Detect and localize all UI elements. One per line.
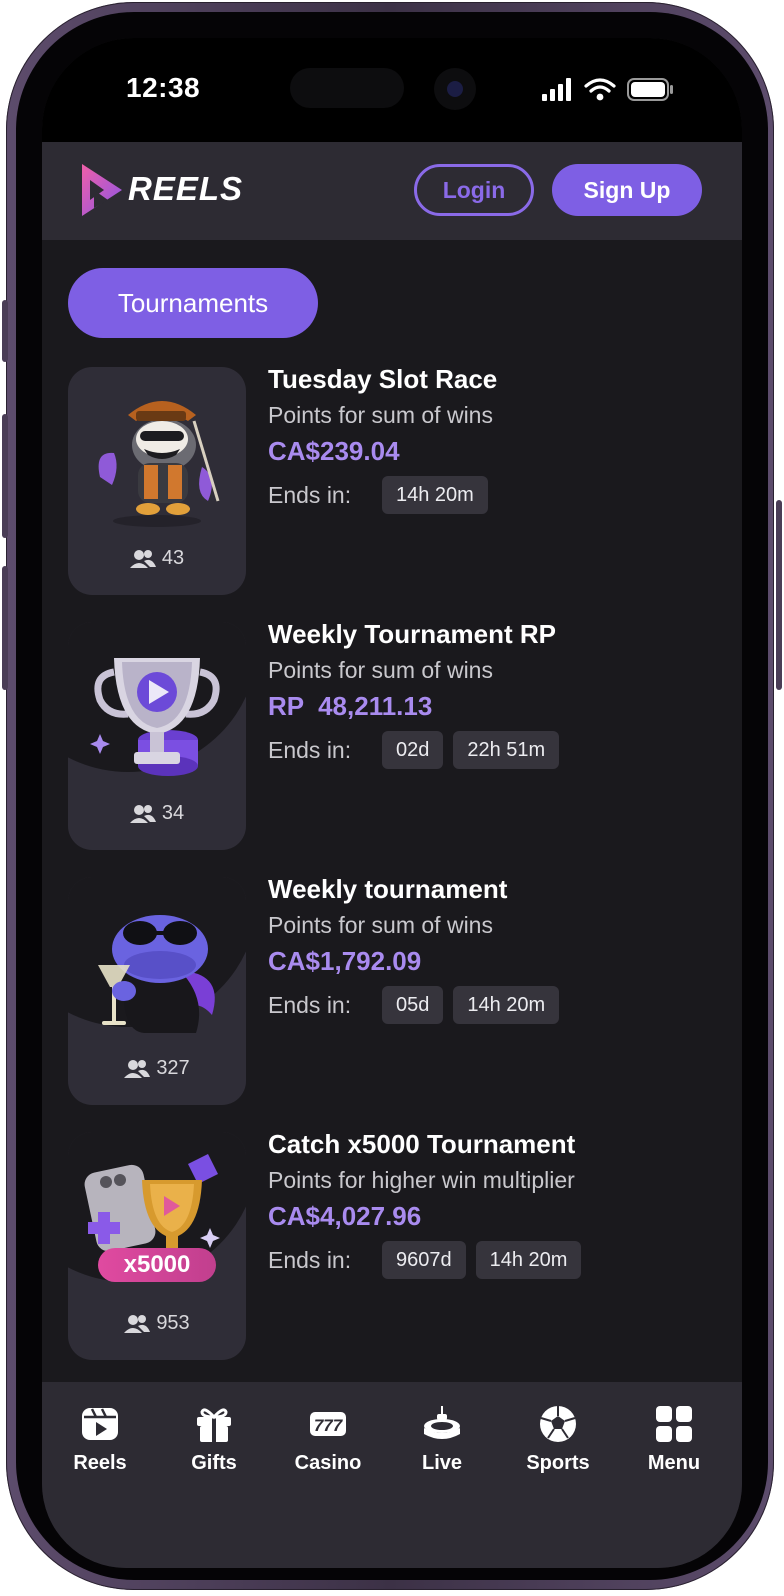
tournament-prize: CA$239.04 bbox=[268, 436, 400, 466]
grid-menu-icon bbox=[656, 1406, 692, 1442]
countdown-chip: 22h 51m bbox=[453, 731, 560, 769]
ends-in-label: Ends in: bbox=[268, 736, 352, 763]
cellular-signal-icon bbox=[542, 78, 571, 101]
raccoon-fisherman-icon bbox=[98, 401, 220, 527]
multiplier-badge: x5000 bbox=[98, 1248, 216, 1282]
ends-in-label: Ends in: bbox=[268, 1246, 352, 1273]
tournament-info: Weekly Tournament RP Points for sum of w… bbox=[268, 619, 728, 769]
nav-label: Gifts bbox=[191, 1452, 237, 1474]
tournaments-tab[interactable]: Tournaments bbox=[68, 268, 318, 338]
player-count-value: 953 bbox=[156, 1312, 190, 1334]
tournament-card-image[interactable]: 43 bbox=[68, 367, 246, 595]
users-icon bbox=[124, 1059, 151, 1078]
player-count: 953 bbox=[68, 1312, 246, 1335]
reels-logo-icon bbox=[82, 164, 122, 216]
dynamic-island bbox=[290, 68, 404, 108]
nav-label: Sports bbox=[526, 1452, 590, 1474]
tournament-prize: CA$1,792.09 bbox=[268, 946, 422, 976]
player-count-value: 43 bbox=[161, 547, 185, 569]
bottom-nav: Reels Gifts 777 Casino Live Sports Menu bbox=[42, 1382, 742, 1568]
nav-item-sports[interactable]: Sports bbox=[500, 1404, 616, 1484]
countdown-days-chip: 9607d bbox=[382, 1241, 466, 1279]
tournament-card-image[interactable]: x5000 953 bbox=[68, 1132, 246, 1360]
nav-label: Casino bbox=[294, 1452, 362, 1474]
countdown-days-chip: 05d bbox=[382, 986, 444, 1024]
player-count-value: 327 bbox=[156, 1057, 190, 1079]
tournament-subtitle: Points for sum of wins bbox=[268, 402, 493, 428]
brand-name: REELS bbox=[128, 170, 244, 207]
tournament-title[interactable]: Tuesday Slot Race bbox=[268, 364, 728, 398]
login-button[interactable]: Login bbox=[414, 164, 534, 216]
users-icon bbox=[124, 1314, 151, 1333]
volume-down-button bbox=[2, 566, 8, 690]
tournament-title[interactable]: Weekly tournament bbox=[268, 874, 728, 908]
nav-item-menu[interactable]: Menu bbox=[616, 1404, 732, 1484]
nav-label: Menu bbox=[647, 1452, 701, 1474]
countdown-chip: 14h 20m bbox=[382, 476, 488, 514]
nav-label: Live bbox=[421, 1452, 463, 1474]
countdown-chip: 14h 20m bbox=[453, 986, 560, 1024]
nav-item-gifts[interactable]: Gifts bbox=[156, 1404, 272, 1484]
svg-text:777: 777 bbox=[314, 1416, 344, 1435]
countdown-chip: 14h 20m bbox=[475, 1241, 582, 1279]
nav-item-casino[interactable]: 777 Casino bbox=[270, 1404, 386, 1484]
users-icon bbox=[129, 804, 156, 823]
wifi-icon bbox=[584, 78, 616, 93]
status-time: 12:38 bbox=[126, 72, 201, 103]
ends-in-row: Ends in: 9607d 14h 20m bbox=[268, 1241, 728, 1279]
ends-in-label: Ends in: bbox=[268, 991, 352, 1018]
player-count: 327 bbox=[68, 1057, 246, 1080]
tournament-prize: CA$4,027.96 bbox=[268, 1201, 422, 1231]
countdown-days-chip: 02d bbox=[382, 731, 444, 769]
gift-icon bbox=[197, 1408, 231, 1442]
front-camera bbox=[434, 68, 476, 110]
trophy-icon bbox=[90, 658, 220, 776]
tournament-subtitle: Points for sum of wins bbox=[268, 657, 493, 683]
reels-icon bbox=[82, 1408, 118, 1440]
ends-in-row: Ends in: 14h 20m bbox=[268, 476, 728, 514]
ends-in-label: Ends in: bbox=[268, 481, 352, 508]
brand-logo[interactable]: REELS bbox=[68, 160, 258, 220]
nav-item-live[interactable]: Live bbox=[384, 1404, 500, 1484]
player-count: 43 bbox=[68, 547, 246, 570]
screen: 12:38 REELS Login Sign Up Tournaments 43… bbox=[42, 38, 742, 1568]
soccer-ball-icon bbox=[540, 1406, 576, 1442]
tournament-title[interactable]: Weekly Tournament RP bbox=[268, 619, 728, 653]
tournament-info: Catch x5000 Tournament Points for higher… bbox=[268, 1129, 728, 1279]
wifi-dot bbox=[596, 93, 604, 101]
tournament-subtitle: Points for higher win multiplier bbox=[268, 1167, 575, 1193]
ends-in-row: Ends in: 02d 22h 51m bbox=[268, 731, 728, 769]
roulette-icon bbox=[424, 1406, 460, 1439]
slot-777-icon: 777 bbox=[310, 1412, 346, 1436]
tournament-card-image[interactable]: 327 bbox=[68, 877, 246, 1105]
users-icon bbox=[129, 549, 156, 568]
player-count-value: 34 bbox=[161, 802, 185, 824]
status-icons bbox=[542, 78, 673, 101]
tournament-card-image[interactable]: 34 bbox=[68, 622, 246, 850]
site-header: REELS Login Sign Up bbox=[42, 142, 742, 240]
tournament-title[interactable]: Catch x5000 Tournament bbox=[268, 1129, 728, 1163]
frog-champagne-icon bbox=[98, 915, 215, 1033]
tournament-info: Tuesday Slot Race Points for sum of wins… bbox=[268, 364, 728, 514]
action-button bbox=[2, 300, 8, 362]
tournament-prize: RP 48,211.13 bbox=[268, 691, 433, 721]
power-button bbox=[776, 500, 782, 690]
ends-in-row: Ends in: 05d 14h 20m bbox=[268, 986, 728, 1024]
battery-icon bbox=[627, 78, 673, 101]
tournament-subtitle: Points for sum of wins bbox=[268, 912, 493, 938]
tournament-info: Weekly tournament Points for sum of wins… bbox=[268, 874, 728, 1024]
nav-item-reels[interactable]: Reels bbox=[42, 1404, 158, 1484]
status-bar: 12:38 bbox=[42, 38, 742, 142]
player-count: 34 bbox=[68, 802, 246, 825]
nav-label: Reels bbox=[73, 1452, 127, 1474]
signup-button[interactable]: Sign Up bbox=[552, 164, 702, 216]
volume-up-button bbox=[2, 414, 8, 538]
